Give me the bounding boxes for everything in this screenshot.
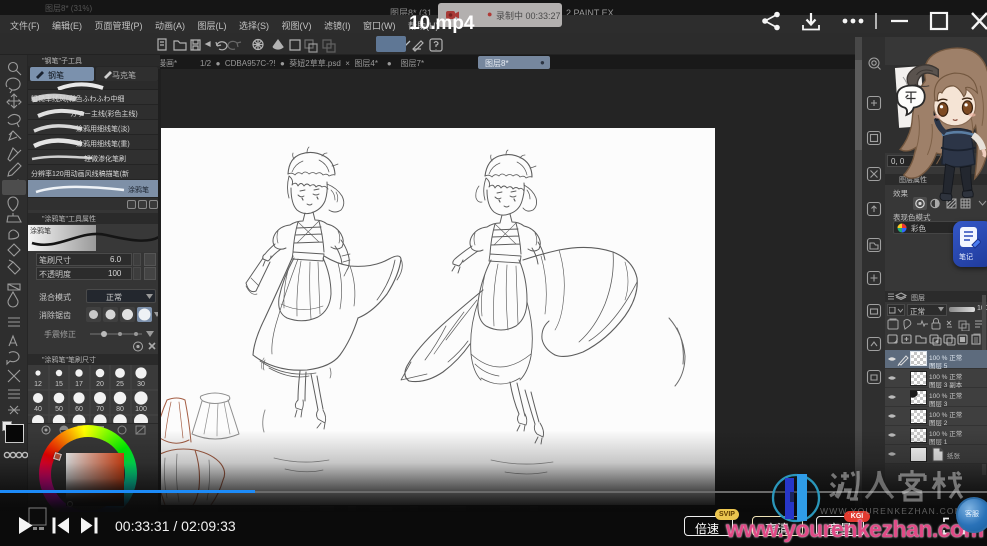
svg-text:12: 12 [34,381,42,388]
svg-text:100: 100 [135,406,147,413]
svg-text:50: 50 [55,406,63,413]
svg-text:30: 30 [137,381,145,388]
svg-text:80: 80 [116,406,124,413]
svg-text:20: 20 [96,381,104,388]
svg-text:70: 70 [96,406,104,413]
svg-text:40: 40 [34,406,42,413]
svg-text:60: 60 [75,406,83,413]
svg-text:17: 17 [75,381,83,388]
svg-text:25: 25 [116,381,124,388]
svg-text:15: 15 [55,381,63,388]
svg-text:WWW.YOURENKEZHAN.COM: WWW.YOURENKEZHAN.COM [820,506,963,516]
